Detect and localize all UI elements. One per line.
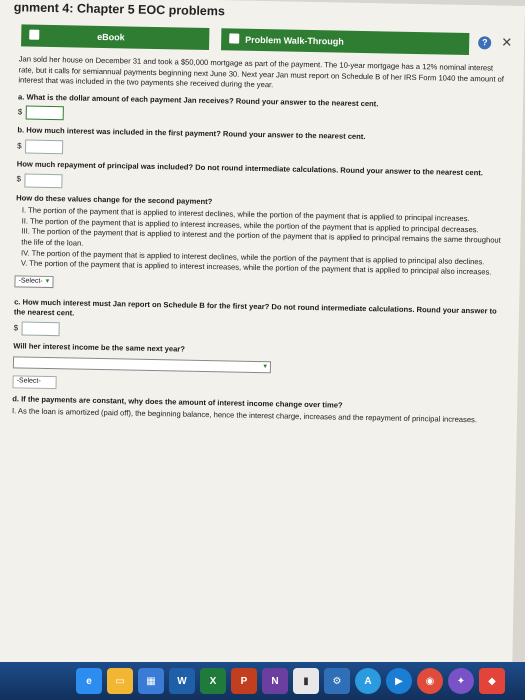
media-icon[interactable]: ▶	[386, 668, 412, 694]
dropdown-option-select[interactable]: -Select-	[12, 375, 57, 389]
folder-icon[interactable]: ▭	[107, 668, 133, 694]
store-icon[interactable]: ▦	[138, 668, 164, 694]
chevron-down-icon: ▾	[263, 362, 268, 370]
dollar-sign: $	[17, 107, 23, 117]
tab-ebook-label: eBook	[97, 31, 125, 43]
account-icon[interactable]: A	[355, 668, 381, 694]
chart-app-icon[interactable]: ▮	[293, 668, 319, 694]
excel-icon[interactable]: X	[200, 668, 226, 694]
second-payment-select[interactable]: -Select- ▾	[14, 275, 54, 288]
settings-icon[interactable]: ⚙	[324, 668, 350, 694]
answer-c-input[interactable]	[21, 321, 61, 337]
answer-b-interest-input[interactable]	[25, 139, 64, 155]
assignment-page: gnment 4: Chapter 5 EOC problems eBook P…	[0, 0, 525, 700]
help-icon[interactable]: ?	[478, 35, 492, 49]
answer-principal-input[interactable]	[24, 173, 64, 188]
select-value: -Select-	[18, 277, 43, 285]
window-title: gnment 4: Chapter 5 EOC problems	[0, 0, 525, 29]
onenote-icon[interactable]: N	[262, 668, 288, 694]
tab-walk-label: Problem Walk-Through	[245, 34, 344, 47]
book-icon	[29, 29, 40, 40]
answer-a-input[interactable]	[26, 105, 65, 121]
word-icon[interactable]: W	[169, 668, 195, 694]
dollar-sign: $	[17, 141, 22, 151]
dialog-controls: ? ✕	[478, 31, 512, 54]
browser-icon[interactable]: e	[76, 668, 102, 694]
powerpoint-icon[interactable]: P	[231, 668, 257, 694]
dollar-sign: $	[16, 174, 22, 184]
tab-ebook[interactable]: eBook	[21, 24, 210, 51]
taskbar: e ▭ ▦ W X P N ▮ ⚙ A ▶ ◉ ✦ ◆	[0, 662, 525, 700]
screen: gnment 4: Chapter 5 EOC problems eBook P…	[0, 0, 525, 700]
close-icon[interactable]: ✕	[501, 35, 512, 51]
chevron-down-icon: ▾	[45, 277, 50, 285]
app-icon[interactable]: ✦	[448, 668, 474, 694]
next-year-select[interactable]: ▾	[12, 355, 272, 373]
problem-statement: Jan sold her house on December 31 and to…	[18, 54, 505, 90]
chrome-icon[interactable]: ◉	[417, 668, 443, 694]
problem-content: Jan sold her house on December 31 and to…	[0, 46, 524, 427]
choice-list: I. The portion of the payment that is ap…	[15, 206, 505, 279]
video-icon	[229, 33, 240, 44]
dollar-sign: $	[13, 322, 19, 333]
red-app-icon[interactable]: ◆	[479, 668, 505, 694]
